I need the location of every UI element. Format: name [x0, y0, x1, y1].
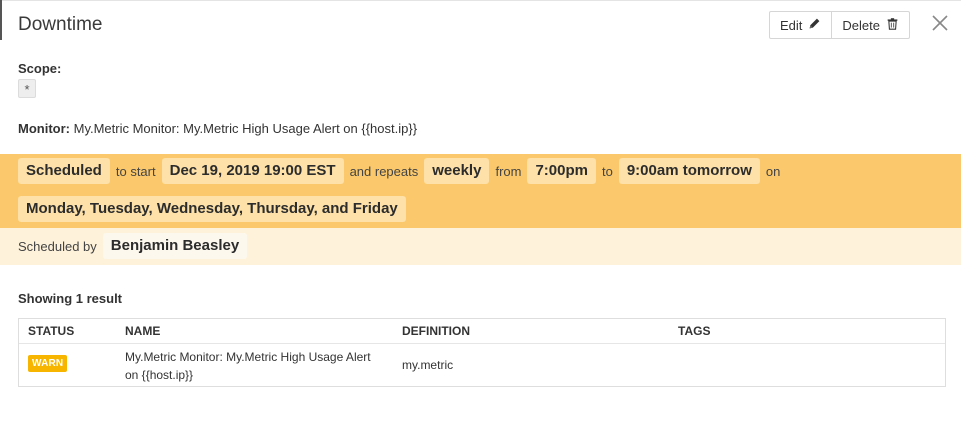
schedule-row: Scheduled to start Dec 19, 2019 19:00 ES… [18, 158, 786, 184]
definition-cell: my.metric [402, 358, 454, 372]
days-chip: Monday, Tuesday, Wednesday, Thursday, an… [18, 196, 406, 222]
scope-label: Scope: [18, 61, 62, 76]
connector-text: to [601, 163, 613, 179]
connector-text: to start [115, 163, 156, 179]
start-date-chip: Dec 19, 2019 19:00 EST [161, 158, 344, 184]
table-header: STATUS NAME DEFINITION TAGS [19, 319, 945, 344]
repeat-chip: weekly [424, 158, 490, 184]
status-chip: Scheduled [18, 158, 110, 184]
edit-button[interactable]: Edit [770, 12, 831, 38]
column-header-status[interactable]: STATUS [28, 324, 74, 338]
from-time-chip: 7:00pm [527, 158, 596, 184]
panel-title: Downtime [18, 14, 103, 35]
scheduled-by-row: Scheduled by Benjamin Beasley [18, 233, 248, 259]
status-badge: WARN [28, 355, 68, 372]
scheduled-by-label: Scheduled by [18, 238, 97, 254]
scope-value-chip: * [18, 79, 36, 98]
to-time-chip: 9:00am tomorrow [618, 158, 760, 184]
pencil-icon [808, 17, 821, 33]
top-border [0, 0, 961, 1]
edit-button-label: Edit [780, 17, 803, 33]
column-header-tags[interactable]: TAGS [678, 324, 710, 338]
trash-icon [886, 17, 899, 33]
schedule-days-row: Monday, Tuesday, Wednesday, Thursday, an… [18, 196, 406, 222]
results-table: STATUS NAME DEFINITION TAGS WARN My.Metr… [18, 318, 946, 387]
monitor-name-link[interactable]: My.Metric Monitor: My.Metric High Usage … [125, 348, 385, 384]
column-header-name[interactable]: NAME [125, 324, 160, 338]
left-accent-bar [0, 0, 2, 40]
monitor-label: Monitor: [18, 121, 70, 136]
action-button-group: Edit Delete [769, 11, 910, 39]
scheduled-by-user-chip: Benjamin Beasley [102, 233, 248, 259]
delete-button-label: Delete [842, 17, 880, 33]
connector-text: and repeats [349, 163, 419, 179]
close-icon[interactable] [930, 13, 950, 33]
connector-text: on [765, 163, 781, 179]
monitor-line: Monitor: My.Metric Monitor: My.Metric Hi… [18, 121, 417, 136]
column-header-definition[interactable]: DEFINITION [402, 324, 470, 338]
delete-button[interactable]: Delete [831, 12, 909, 38]
monitor-value: My.Metric Monitor: My.Metric High Usage … [73, 121, 418, 136]
connector-text: from [495, 163, 522, 179]
results-summary: Showing 1 result [18, 291, 123, 306]
